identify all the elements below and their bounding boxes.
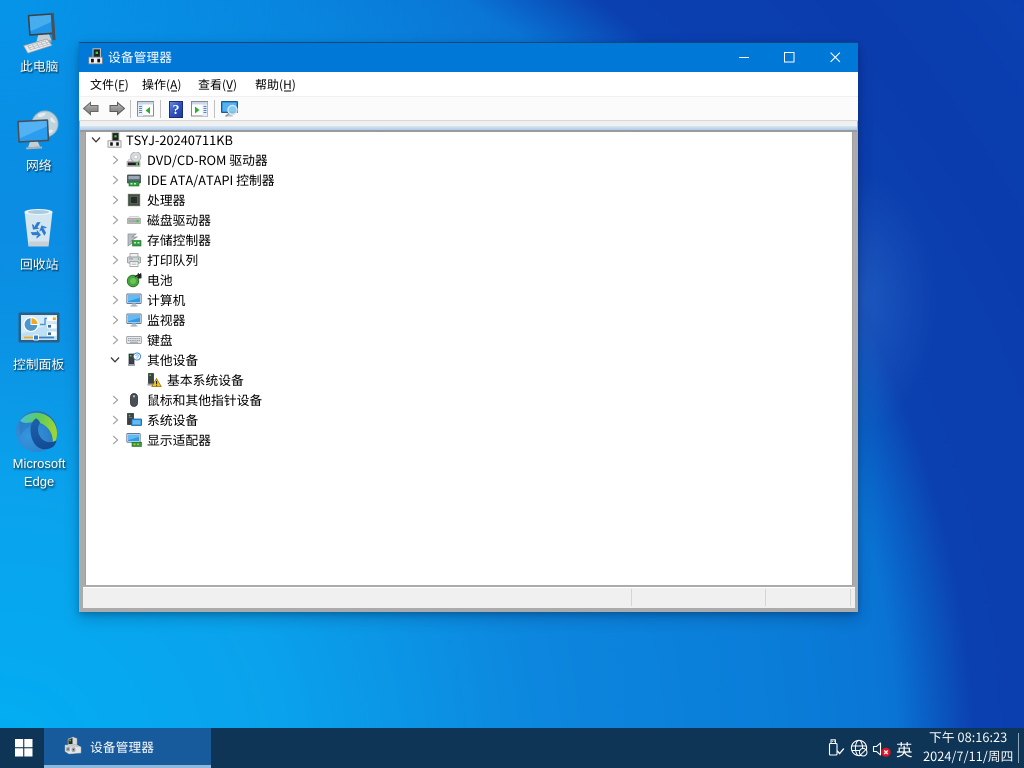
svg-text:?: ? [135,354,139,361]
svg-text:?: ? [173,103,180,118]
